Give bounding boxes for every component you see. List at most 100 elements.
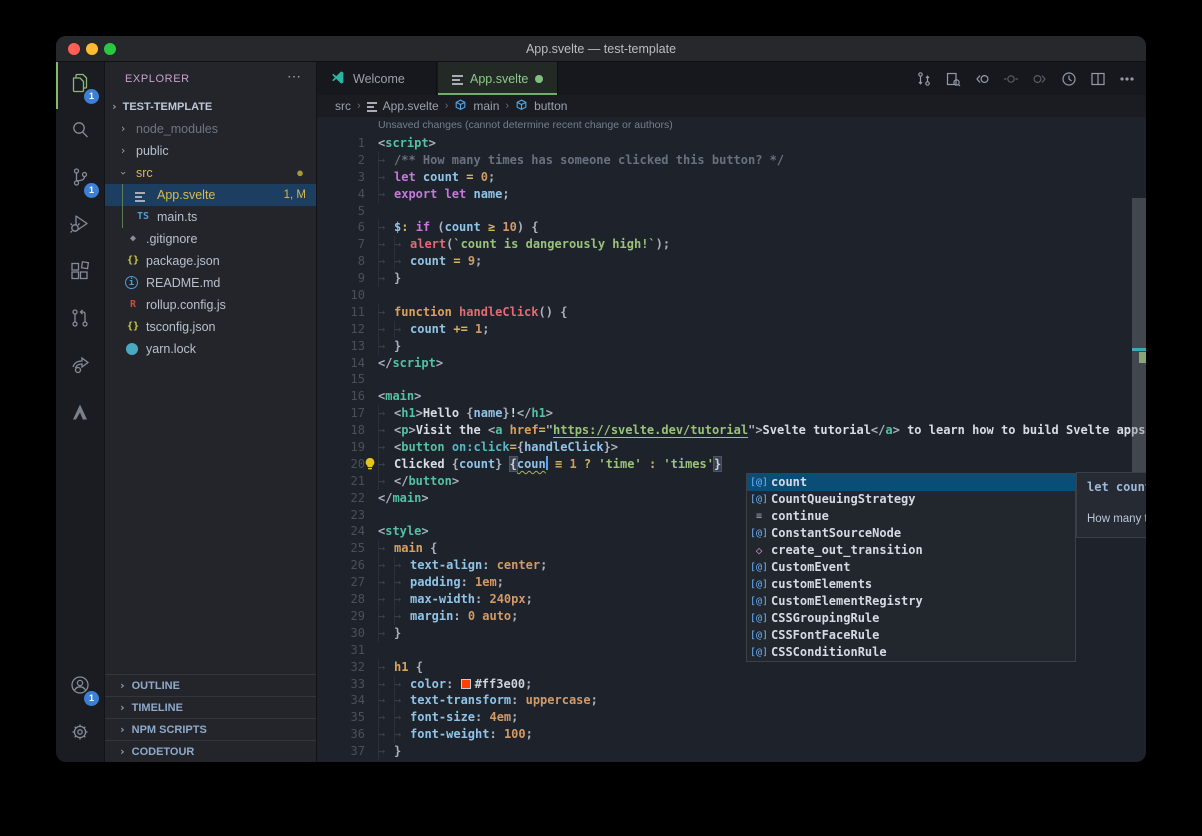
code-line-8[interactable]: 8→→count = 9; xyxy=(317,253,1146,270)
source-control-activity-button[interactable]: 1 xyxy=(56,156,104,203)
code-line-6[interactable]: 6→$: if (count ≥ 10) { xyxy=(317,219,1146,236)
run-debug-activity-button[interactable] xyxy=(56,203,104,250)
code-line-15[interactable]: 15 xyxy=(317,371,1146,388)
section-outline[interactable]: ›OUTLINE xyxy=(105,674,316,696)
tree-item-node-modules[interactable]: ›node_modules xyxy=(105,118,316,140)
split-editor-button[interactable] xyxy=(1087,68,1109,90)
tree-item-src[interactable]: ›src● xyxy=(105,162,316,184)
breadcrumb-src[interactable]: src xyxy=(335,99,351,113)
timeline-history-button[interactable] xyxy=(1058,68,1080,90)
code-line-33[interactable]: 33→→color: #ff3e00; xyxy=(317,676,1146,693)
suggest-item-customelements[interactable]: [@]customElements xyxy=(747,576,1075,593)
code-line-18[interactable]: 18→<p>Visit the <a href="https://svelte.… xyxy=(317,422,1146,439)
overview-ruler-cursor-mark xyxy=(1132,348,1146,351)
live-share-activity-button[interactable] xyxy=(56,344,104,391)
tree-item-tsconfig-json[interactable]: {}tsconfig.json xyxy=(105,316,316,338)
settings-button[interactable] xyxy=(56,711,104,758)
more-actions-button[interactable] xyxy=(1116,68,1138,90)
tree-item-rollup-config-js[interactable]: Rrollup.config.js xyxy=(105,294,316,316)
tree-item-main-ts[interactable]: TSmain.ts xyxy=(105,206,316,228)
suggest-item-cssgroupingrule[interactable]: [@]CSSGroupingRule xyxy=(747,610,1075,627)
suggest-item-customelementregistry[interactable]: [@]CustomElementRegistry xyxy=(747,593,1075,610)
current-change-button[interactable] xyxy=(1000,68,1022,90)
section-timeline[interactable]: ›TIMELINE xyxy=(105,696,316,718)
line-number: 12 xyxy=(317,321,365,338)
accounts-badge: 1 xyxy=(84,691,99,706)
extensions-activity-button[interactable] xyxy=(56,250,104,297)
line-number: 15 xyxy=(317,371,365,388)
tab-welcome[interactable]: Welcome xyxy=(317,62,437,95)
scrollbar-slider[interactable] xyxy=(1132,198,1146,491)
suggest-item-create_out_transition[interactable]: ◇create_out_transition xyxy=(747,542,1075,559)
chevron-icon: › xyxy=(118,118,128,140)
code-line-16[interactable]: 16<main> xyxy=(317,388,1146,405)
code-line-5[interactable]: 5 xyxy=(317,203,1146,220)
tree-item-package-json[interactable]: {}package.json xyxy=(105,250,316,272)
previous-change-button[interactable] xyxy=(971,68,993,90)
code-line-3[interactable]: 3→let count = 0; xyxy=(317,169,1146,186)
code-line-1[interactable]: 1<script> xyxy=(317,135,1146,152)
tree-item-readme-md[interactable]: iREADME.md xyxy=(105,272,316,294)
symbol-var-icon: [@] xyxy=(747,610,771,627)
line-number: 7 xyxy=(317,236,365,253)
line-number: 35 xyxy=(317,709,365,726)
editor-scrollbar[interactable] xyxy=(1132,172,1146,762)
sidebar-sections: ›OUTLINE›TIMELINE›NPM SCRIPTS›CODETOUR xyxy=(105,674,316,762)
next-change-button[interactable] xyxy=(1029,68,1051,90)
breadcrumbs: src › App.svelte › main › button xyxy=(317,95,1146,117)
accounts-button[interactable]: 1 xyxy=(56,664,104,711)
section-codetour[interactable]: ›CODETOUR xyxy=(105,740,316,762)
code-line-10[interactable]: 10 xyxy=(317,287,1146,304)
code-line-14[interactable]: 14</script> xyxy=(317,355,1146,372)
tree-item-app-svelte[interactable]: App.svelte1, M xyxy=(105,184,316,206)
project-root-folder[interactable]: ›TEST-TEMPLATE xyxy=(105,96,316,118)
code-line-4[interactable]: 4→export let name; xyxy=(317,186,1146,203)
code-line-11[interactable]: 11→function handleClick() { xyxy=(317,304,1146,321)
suggest-docs-description: How many times has someone clicked this … xyxy=(1087,513,1146,525)
views-more-actions-button[interactable]: ⋯ xyxy=(287,68,302,85)
code-line-7[interactable]: 7→→alert(`count is dangerously high!`); xyxy=(317,236,1146,253)
github-pr-activity-button[interactable] xyxy=(56,297,104,344)
code-line-9[interactable]: 9→} xyxy=(317,270,1146,287)
section-npm-scripts[interactable]: ›NPM SCRIPTS xyxy=(105,718,316,740)
suggest-item-countqueuingstrategy[interactable]: [@]CountQueuingStrategy xyxy=(747,491,1075,508)
code-line-35[interactable]: 35→→font-size: 4em; xyxy=(317,709,1146,726)
symbol-var-icon: [@] xyxy=(747,644,771,661)
tree-item--gitignore[interactable]: ◆.gitignore xyxy=(105,228,316,250)
codelens-unsaved-changes[interactable]: Unsaved changes (cannot determine recent… xyxy=(378,119,673,131)
search-activity-button[interactable] xyxy=(56,109,104,156)
compare-changes-button[interactable] xyxy=(913,68,935,90)
suggest-item-cssconditionrule[interactable]: [@]CSSConditionRule xyxy=(747,644,1075,661)
vscode-logo-icon xyxy=(331,70,346,88)
tree-item-yarn-lock[interactable]: yarn.lock xyxy=(105,338,316,360)
code-lines: 1<script>2→/** How many times has someon… xyxy=(317,135,1146,760)
suggest-item-continue[interactable]: ≡continue xyxy=(747,508,1075,525)
chevron-icon: › xyxy=(112,168,134,178)
suggest-item-customevent[interactable]: [@]CustomEvent xyxy=(747,559,1075,576)
code-line-2[interactable]: 2→/** How many times has someone clicked… xyxy=(317,152,1146,169)
breadcrumb-symbol-main[interactable]: main xyxy=(473,99,499,113)
suggest-item-count[interactable]: [@]count xyxy=(747,474,1075,491)
open-changes-button[interactable] xyxy=(942,68,964,90)
source-control-badge: 1 xyxy=(84,183,99,198)
code-line-13[interactable]: 13→} xyxy=(317,338,1146,355)
code-line-12[interactable]: 12→→count += 1; xyxy=(317,321,1146,338)
code-line-37[interactable]: 37→} xyxy=(317,743,1146,760)
lightbulb-icon[interactable] xyxy=(363,457,377,471)
breadcrumb-file[interactable]: App.svelte xyxy=(383,99,439,113)
code-line-17[interactable]: 17→<h1>Hello {name}!</h1> xyxy=(317,405,1146,422)
code-line-34[interactable]: 34→→text-transform: uppercase; xyxy=(317,692,1146,709)
azure-activity-button[interactable] xyxy=(56,391,104,438)
code-line-36[interactable]: 36→→font-weight: 100; xyxy=(317,726,1146,743)
tab-app-svelte[interactable]: App.svelte xyxy=(438,62,558,95)
code-line-19[interactable]: 19→<button on:click={handleClick}> xyxy=(317,439,1146,456)
code-editor[interactable]: Unsaved changes (cannot determine recent… xyxy=(317,117,1146,762)
breadcrumb-symbol-button[interactable]: button xyxy=(534,99,567,113)
suggest-item-constantsourcenode[interactable]: [@]ConstantSourceNode xyxy=(747,525,1075,542)
explorer-activity-button[interactable]: 1 xyxy=(56,62,104,109)
suggest-item-cssfontfacerule[interactable]: [@]CSSFontFaceRule xyxy=(747,627,1075,644)
tree-item-public[interactable]: ›public xyxy=(105,140,316,162)
code-line-20[interactable]: 20→Clicked {count} {coun ≡ 1 ? 'time' : … xyxy=(317,456,1146,473)
line-number: 13 xyxy=(317,338,365,355)
title-bar[interactable]: App.svelte — test-template xyxy=(56,36,1146,62)
